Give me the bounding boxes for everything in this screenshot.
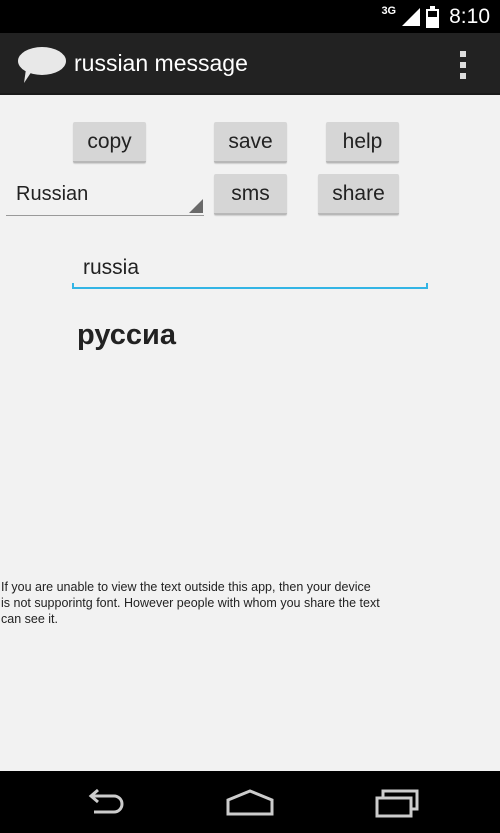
app-title: russian message (74, 50, 248, 76)
message-input[interactable]: russia (72, 247, 428, 289)
speech-bubble-icon (18, 47, 66, 83)
back-icon[interactable] (73, 785, 133, 821)
home-icon[interactable] (220, 785, 280, 821)
status-icons: 3G 8:10 (381, 4, 490, 30)
dropdown-corner-icon (189, 199, 203, 213)
save-button[interactable]: save (214, 122, 287, 163)
network-type-label: 3G (381, 5, 397, 17)
signal-icon (402, 8, 421, 26)
sms-button[interactable]: sms (214, 174, 287, 215)
converted-text: руссиа (77, 319, 176, 351)
recents-icon[interactable] (367, 785, 427, 821)
battery-icon (426, 6, 440, 28)
font-support-note: If you are unable to view the text outsi… (1, 580, 380, 626)
navigation-bar (0, 771, 500, 833)
language-spinner-value: Russian (16, 183, 89, 205)
input-underline (72, 283, 428, 289)
status-bar: 3G 8:10 (0, 0, 500, 33)
share-button[interactable]: share (318, 174, 399, 215)
message-input-value: russia (83, 256, 140, 279)
help-button[interactable]: help (326, 122, 399, 163)
action-bar: russian message (0, 33, 500, 95)
copy-button[interactable]: copy (73, 122, 146, 163)
language-spinner[interactable]: Russian (6, 174, 204, 216)
overflow-menu-icon[interactable] (452, 48, 474, 82)
clock: 8:10 (449, 5, 490, 28)
